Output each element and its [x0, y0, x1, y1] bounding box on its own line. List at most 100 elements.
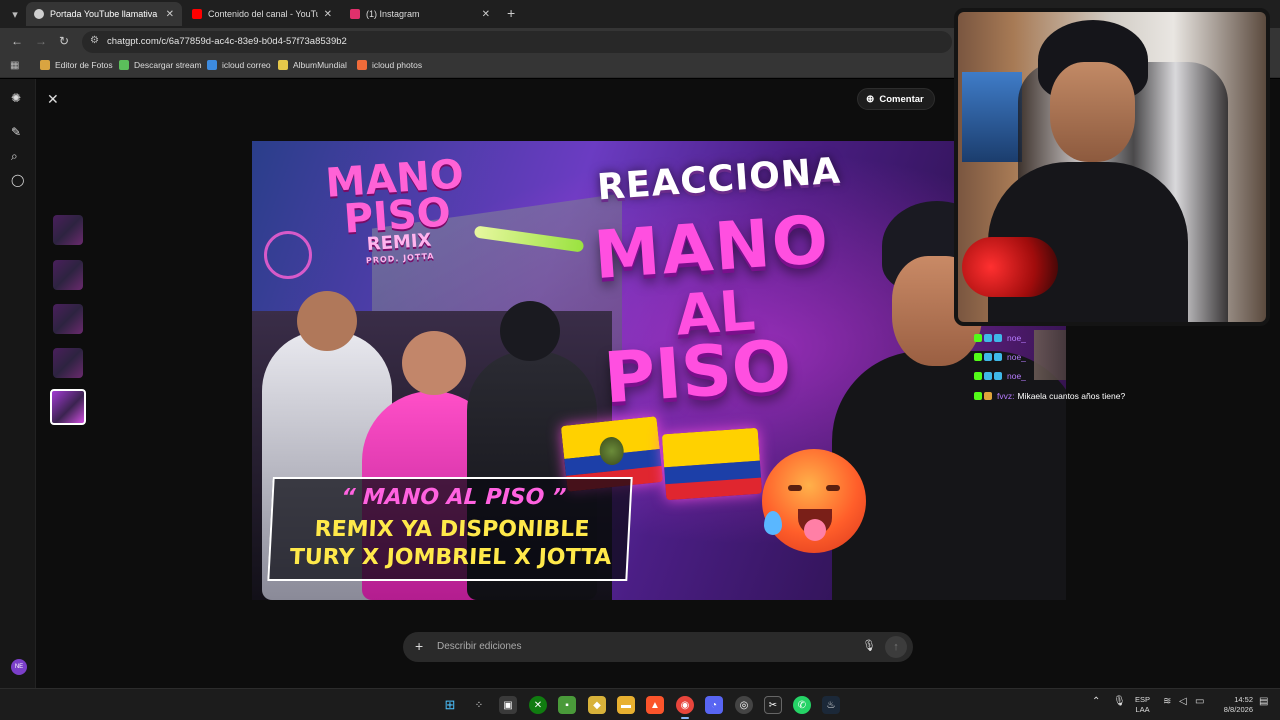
- chat-bubble-icon[interactable]: ◯: [11, 173, 24, 187]
- artist-head: [402, 331, 466, 395]
- bookmark-icloud-photos[interactable]: icloud photos: [357, 60, 422, 70]
- chat-username: noe_: [1007, 371, 1026, 381]
- avatar[interactable]: NE: [11, 659, 27, 675]
- bookmark-label: Descargar stream: [134, 60, 202, 70]
- tab-search-icon[interactable]: ▾: [6, 5, 24, 23]
- chat-name-blur: [1034, 330, 1066, 380]
- chat-message: noe_: [974, 332, 1029, 344]
- webcam-face: [1050, 62, 1135, 162]
- version-thumbnail[interactable]: [53, 215, 83, 245]
- roblox-studio-icon[interactable]: ◆: [588, 696, 606, 714]
- tray-mic-icon[interactable]: 🎙: [1113, 696, 1126, 707]
- tab-title: (1) Instagram: [366, 9, 420, 19]
- left-rail: ✺ ✎ ⌕ ◯ NE: [0, 79, 36, 688]
- tab-close-icon[interactable]: ✕: [166, 9, 174, 20]
- kick-badge-icon: [974, 392, 982, 400]
- webcam-microphone: [962, 237, 1058, 297]
- comment-label: Comentar: [879, 93, 924, 105]
- language-code: ESP: [1135, 695, 1151, 704]
- bookmark-descargar-stream[interactable]: Descargar stream: [119, 60, 202, 70]
- instagram-favicon-icon: [350, 9, 360, 19]
- site-info-icon[interactable]: ⚙: [90, 35, 99, 46]
- add-comment-icon: ⊕: [866, 93, 875, 105]
- webcam-poster: [962, 72, 1022, 162]
- minecraft-icon[interactable]: ▪: [558, 696, 576, 714]
- version-thumbnail[interactable]: [53, 348, 83, 378]
- chat-username: noe_: [1007, 352, 1026, 362]
- volume-icon[interactable]: ◁: [1179, 696, 1187, 707]
- chat-username: fvvz:: [997, 391, 1015, 401]
- battery-icon[interactable]: ▭: [1195, 696, 1204, 707]
- store-icon[interactable]: ▣: [499, 696, 517, 714]
- notifications-icon[interactable]: ▤: [1259, 696, 1268, 707]
- version-thumbnail[interactable]: [53, 304, 83, 334]
- tab-youtube[interactable]: Contenido del canal - YouTube ✕: [184, 2, 340, 26]
- chat-text: Mikaela cuantos años tiene?: [1017, 391, 1126, 401]
- version-thumbnail-selected[interactable]: [50, 389, 86, 425]
- windows-taskbar: ⊞ ⁘ ▣ ✕ ▪ ◆ ▬ ▲ ◉ ◔ ◎ ✂ ✆ ♨ ⌃ 🎙 ESP LAA …: [0, 688, 1280, 720]
- sub-badge-icon: [984, 353, 992, 361]
- big-title-line: PISO: [601, 324, 794, 420]
- apps-grid-icon[interactable]: ▦: [10, 60, 19, 71]
- reactor-shirt: [832, 351, 1066, 600]
- system-clock[interactable]: 14:52 8/8/2026: [1213, 695, 1253, 715]
- bookmark-label: icloud photos: [372, 60, 423, 70]
- wifi-icon[interactable]: ≋: [1163, 696, 1171, 707]
- screen: ▾ Portada YouTube llamativa ✕ Contenido …: [0, 0, 1280, 720]
- task-view-icon[interactable]: ⁘: [470, 696, 488, 714]
- windows-start-icon[interactable]: ⊞: [441, 696, 459, 714]
- tray-chevron-icon[interactable]: ⌃: [1092, 696, 1100, 707]
- bookmark-favicon-icon: [207, 60, 217, 70]
- bookmark-favicon-icon: [119, 60, 129, 70]
- edit-prompt-input[interactable]: + Describir ediciones 🎙 ↑: [403, 632, 913, 662]
- whatsapp-icon[interactable]: ✆: [793, 696, 811, 714]
- chrome-icon[interactable]: ◉: [676, 696, 694, 719]
- keyboard-layout: LAA: [1135, 705, 1150, 714]
- tab-close-icon[interactable]: ✕: [482, 9, 490, 20]
- new-chat-icon[interactable]: ✎: [11, 125, 21, 139]
- address-bar[interactable]: ⚙ chatgpt.com/c/6a77859d-ac4c-83e9-b0d4-…: [82, 31, 952, 53]
- bookmark-albummundial[interactable]: AlbumMundial: [278, 60, 347, 70]
- language-indicator[interactable]: ESP LAA: [1135, 695, 1150, 715]
- chatgpt-logo-icon[interactable]: ✺: [11, 91, 21, 105]
- tab-close-icon[interactable]: ✕: [324, 9, 332, 20]
- send-arrow-icon[interactable]: ↑: [885, 636, 907, 658]
- streamer-webcam: [954, 8, 1270, 326]
- bookmark-editor-fotos[interactable]: Editor de Fotos: [40, 60, 113, 70]
- forward-icon[interactable]: →: [35, 34, 47, 48]
- chat-message: noe_: [974, 370, 1029, 382]
- sub-badge-icon: [994, 353, 1002, 361]
- kick-badge-icon: [974, 353, 982, 361]
- attach-plus-icon[interactable]: +: [415, 638, 423, 654]
- artist-head: [500, 301, 560, 361]
- kick-badge-icon: [974, 334, 982, 342]
- tab-instagram[interactable]: (1) Instagram ✕: [342, 2, 498, 26]
- smiley-graffiti-icon: [264, 231, 312, 279]
- close-icon[interactable]: ✕: [47, 91, 59, 108]
- brave-icon[interactable]: ▲: [646, 696, 664, 714]
- back-icon[interactable]: ←: [11, 34, 23, 48]
- capcut-icon[interactable]: ✂: [764, 696, 782, 714]
- bookmark-label: AlbumMundial: [293, 60, 347, 70]
- youtube-favicon-icon: [192, 9, 202, 19]
- new-tab-icon[interactable]: +: [507, 5, 515, 21]
- version-thumbnail[interactable]: [53, 260, 83, 290]
- xbox-icon[interactable]: ✕: [529, 696, 547, 714]
- artist-head: [297, 291, 357, 351]
- url-text: chatgpt.com/c/6a77859d-ac4c-83e9-b0d4-57…: [107, 36, 347, 47]
- obs-icon[interactable]: ◎: [735, 696, 753, 714]
- bookmark-favicon-icon: [357, 60, 367, 70]
- comment-button[interactable]: ⊕ Comentar: [857, 88, 935, 110]
- clock-date: 8/8/2026: [1223, 705, 1253, 714]
- colombia-flag-icon: [661, 427, 763, 501]
- file-explorer-icon[interactable]: ▬: [617, 696, 635, 714]
- search-icon[interactable]: ⌕: [11, 149, 18, 164]
- microphone-icon[interactable]: 🎙: [862, 639, 876, 652]
- reload-icon[interactable]: ↻: [59, 34, 69, 48]
- bookmark-icloud-correo[interactable]: icloud correo: [207, 60, 271, 70]
- tab-portada[interactable]: Portada YouTube llamativa ✕: [26, 2, 182, 26]
- tab-title: Portada YouTube llamativa: [50, 9, 158, 19]
- steam-icon[interactable]: ♨: [822, 696, 840, 714]
- discord-icon[interactable]: ◔: [705, 696, 723, 714]
- kick-badge-icon: [974, 372, 982, 380]
